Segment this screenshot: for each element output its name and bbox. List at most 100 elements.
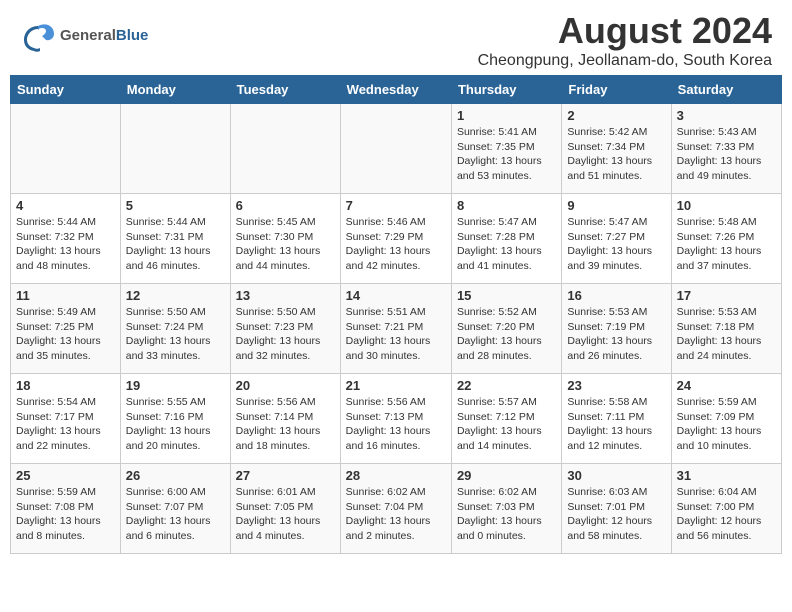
day-info: Sunrise: 5:48 AMSunset: 7:26 PMDaylight:… — [677, 215, 776, 274]
table-row: 27 Sunrise: 6:01 AMSunset: 7:05 PMDayligh… — [230, 464, 340, 554]
table-row: 20 Sunrise: 5:56 AMSunset: 7:14 PMDayligh… — [230, 374, 340, 464]
table-row: 10Sunrise: 5:48 AMSunset: 7:26 PMDayligh… — [671, 194, 781, 284]
day-number: 3 — [677, 108, 776, 123]
table-row: 31 Sunrise: 6:04 AMSunset: 7:00 PMDayligh… — [671, 464, 781, 554]
day-number: 2 — [567, 108, 665, 123]
day-info: Sunrise: 5:47 AMSunset: 7:28 PMDaylight:… — [457, 215, 556, 274]
table-row: 2 Sunrise: 5:42 AMSunset: 7:34 PMDaylight… — [562, 104, 671, 194]
table-row: 4 Sunrise: 5:44 AMSunset: 7:32 PMDaylight… — [11, 194, 121, 284]
table-row: 29Sunrise: 6:02 AMSunset: 7:03 PMDayligh… — [451, 464, 561, 554]
calendar-header-row: Sunday Monday Tuesday Wednesday Thursday… — [11, 76, 782, 104]
main-title: August 2024 — [478, 10, 772, 52]
day-number: 11 — [16, 288, 115, 303]
day-info: Sunrise: 5:51 AMSunset: 7:21 PMDaylight:… — [346, 305, 446, 364]
day-info: Sunrise: 5:52 AMSunset: 7:20 PMDaylight:… — [457, 305, 556, 364]
day-number: 31 — [677, 468, 776, 483]
day-number: 25 — [16, 468, 115, 483]
table-row: 14 Sunrise: 5:51 AMSunset: 7:21 PMDayligh… — [340, 284, 451, 374]
table-row: 7Sunrise: 5:46 AMSunset: 7:29 PMDaylight… — [340, 194, 451, 284]
day-number: 27 — [236, 468, 335, 483]
table-row: 22 Sunrise: 5:57 AMSunset: 7:12 PMDayligh… — [451, 374, 561, 464]
day-info: Sunrise: 5:46 AMSunset: 7:29 PMDaylight:… — [346, 215, 446, 274]
table-row: 25 Sunrise: 5:59 AMSunset: 7:08 PMDayligh… — [11, 464, 121, 554]
table-row: 12 Sunrise: 5:50 AMSunset: 7:24 PMDayligh… — [120, 284, 230, 374]
day-info: Sunrise: 5:59 AMSunset: 7:08 PMDaylight:… — [16, 485, 115, 544]
day-number: 12 — [126, 288, 225, 303]
table-row: 11 Sunrise: 5:49 AMSunset: 7:25 PMDayligh… — [11, 284, 121, 374]
day-info: Sunrise: 6:00 AMSunset: 7:07 PMDaylight:… — [126, 485, 225, 544]
table-row: 13 Sunrise: 5:50 AMSunset: 7:23 PMDayligh… — [230, 284, 340, 374]
logo-blue-text: Blue — [116, 27, 149, 44]
table-row: 16Sunrise: 5:53 AMSunset: 7:19 PMDayligh… — [562, 284, 671, 374]
header-friday: Friday — [562, 76, 671, 104]
logo-general-text: General — [60, 27, 116, 44]
day-number: 22 — [457, 378, 556, 393]
header-sunday: Sunday — [11, 76, 121, 104]
table-row — [11, 104, 121, 194]
day-number: 14 — [346, 288, 446, 303]
day-number: 15 — [457, 288, 556, 303]
header: GeneralBlue August 2024 Cheongpung, Jeol… — [0, 0, 792, 75]
day-info: Sunrise: 5:45 AMSunset: 7:30 PMDaylight:… — [236, 215, 335, 274]
table-row: 3Sunrise: 5:43 AMSunset: 7:33 PMDaylight… — [671, 104, 781, 194]
day-number: 24 — [677, 378, 776, 393]
week-row-1: 1 Sunrise: 5:41 AMSunset: 7:35 PMDaylight… — [11, 104, 782, 194]
day-info: Sunrise: 5:41 AMSunset: 7:35 PMDaylight:… — [457, 125, 556, 184]
day-info: Sunrise: 5:54 AMSunset: 7:17 PMDaylight:… — [16, 395, 115, 454]
day-info: Sunrise: 5:44 AMSunset: 7:32 PMDaylight:… — [16, 215, 115, 274]
table-row: 1 Sunrise: 5:41 AMSunset: 7:35 PMDaylight… — [451, 104, 561, 194]
title-section: August 2024 Cheongpung, Jeollanam-do, So… — [478, 10, 772, 70]
table-row: 28Sunrise: 6:02 AMSunset: 7:04 PMDayligh… — [340, 464, 451, 554]
week-row-3: 11 Sunrise: 5:49 AMSunset: 7:25 PMDayligh… — [11, 284, 782, 374]
day-info: Sunrise: 5:47 AMSunset: 7:27 PMDaylight:… — [567, 215, 665, 274]
day-number: 19 — [126, 378, 225, 393]
table-row: 30Sunrise: 6:03 AMSunset: 7:01 PMDayligh… — [562, 464, 671, 554]
day-info: Sunrise: 6:03 AMSunset: 7:01 PMDaylight:… — [567, 485, 665, 544]
day-info: Sunrise: 5:42 AMSunset: 7:34 PMDaylight:… — [567, 125, 665, 184]
day-info: Sunrise: 5:57 AMSunset: 7:12 PMDaylight:… — [457, 395, 556, 454]
page-container: GeneralBlue August 2024 Cheongpung, Jeol… — [0, 0, 792, 554]
week-row-2: 4 Sunrise: 5:44 AMSunset: 7:32 PMDaylight… — [11, 194, 782, 284]
day-info: Sunrise: 6:04 AMSunset: 7:00 PMDaylight:… — [677, 485, 776, 544]
day-info: Sunrise: 5:53 AMSunset: 7:19 PMDaylight:… — [567, 305, 665, 364]
day-number: 4 — [16, 198, 115, 213]
header-thursday: Thursday — [451, 76, 561, 104]
header-saturday: Saturday — [671, 76, 781, 104]
day-info: Sunrise: 5:53 AMSunset: 7:18 PMDaylight:… — [677, 305, 776, 364]
day-number: 13 — [236, 288, 335, 303]
table-row — [120, 104, 230, 194]
day-info: Sunrise: 5:56 AMSunset: 7:14 PMDaylight:… — [236, 395, 335, 454]
day-number: 1 — [457, 108, 556, 123]
day-info: Sunrise: 6:02 AMSunset: 7:04 PMDaylight:… — [346, 485, 446, 544]
table-row — [340, 104, 451, 194]
day-info: Sunrise: 5:49 AMSunset: 7:25 PMDaylight:… — [16, 305, 115, 364]
logo: GeneralBlue — [20, 18, 148, 54]
day-number: 20 — [236, 378, 335, 393]
table-row: 9 Sunrise: 5:47 AMSunset: 7:27 PMDaylight… — [562, 194, 671, 284]
table-row: 23 Sunrise: 5:58 AMSunset: 7:11 PMDayligh… — [562, 374, 671, 464]
day-number: 6 — [236, 198, 335, 213]
day-number: 9 — [567, 198, 665, 213]
day-info: Sunrise: 6:02 AMSunset: 7:03 PMDaylight:… — [457, 485, 556, 544]
table-row: 18Sunrise: 5:54 AMSunset: 7:17 PMDayligh… — [11, 374, 121, 464]
table-row: 21Sunrise: 5:56 AMSunset: 7:13 PMDayligh… — [340, 374, 451, 464]
logo-bird-icon — [20, 18, 56, 54]
header-wednesday: Wednesday — [340, 76, 451, 104]
day-number: 26 — [126, 468, 225, 483]
day-info: Sunrise: 5:44 AMSunset: 7:31 PMDaylight:… — [126, 215, 225, 274]
day-number: 17 — [677, 288, 776, 303]
table-row: 8 Sunrise: 5:47 AMSunset: 7:28 PMDaylight… — [451, 194, 561, 284]
header-tuesday: Tuesday — [230, 76, 340, 104]
week-row-5: 25 Sunrise: 5:59 AMSunset: 7:08 PMDayligh… — [11, 464, 782, 554]
day-info: Sunrise: 6:01 AMSunset: 7:05 PMDaylight:… — [236, 485, 335, 544]
table-row: 5Sunrise: 5:44 AMSunset: 7:31 PMDaylight… — [120, 194, 230, 284]
day-number: 8 — [457, 198, 556, 213]
header-monday: Monday — [120, 76, 230, 104]
day-info: Sunrise: 5:55 AMSunset: 7:16 PMDaylight:… — [126, 395, 225, 454]
day-info: Sunrise: 5:50 AMSunset: 7:24 PMDaylight:… — [126, 305, 225, 364]
table-row: 19 Sunrise: 5:55 AMSunset: 7:16 PMDayligh… — [120, 374, 230, 464]
day-info: Sunrise: 5:50 AMSunset: 7:23 PMDaylight:… — [236, 305, 335, 364]
table-row: 6 Sunrise: 5:45 AMSunset: 7:30 PMDaylight… — [230, 194, 340, 284]
day-number: 23 — [567, 378, 665, 393]
day-info: Sunrise: 5:58 AMSunset: 7:11 PMDaylight:… — [567, 395, 665, 454]
